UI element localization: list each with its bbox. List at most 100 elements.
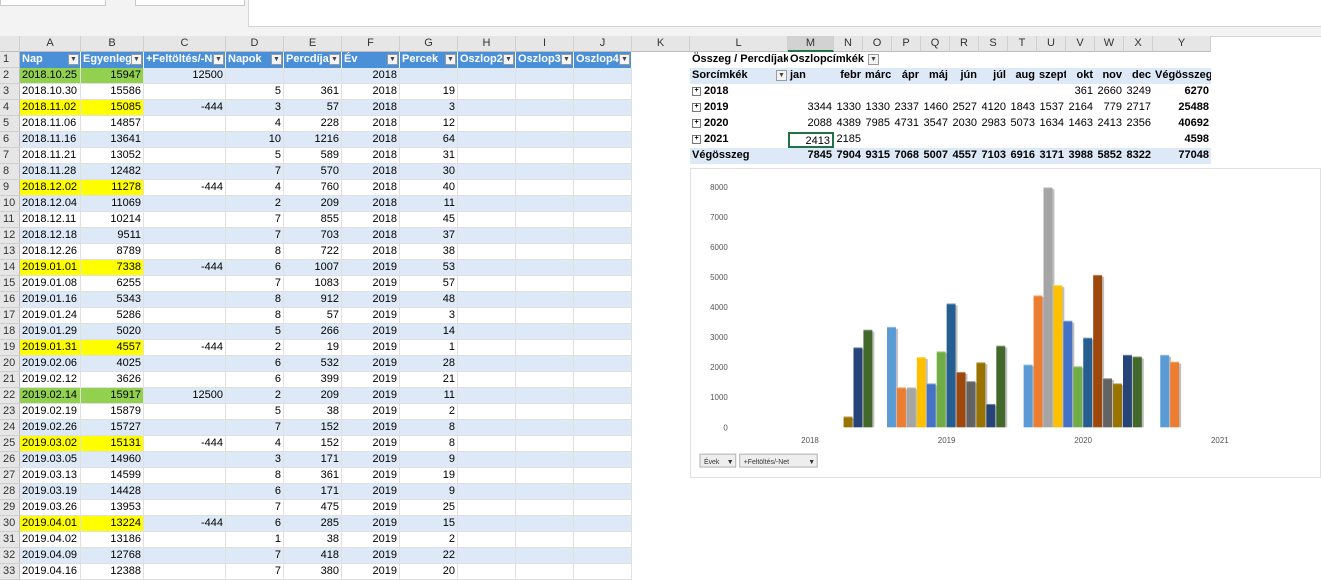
filter-dropdown-icon[interactable]: ▼ <box>619 54 630 65</box>
table-cell[interactable]: 1 <box>226 532 284 548</box>
table-cell[interactable]: 6 <box>226 372 284 388</box>
row-header[interactable]: 30 <box>0 516 20 532</box>
table-cell[interactable]: 2019 <box>342 372 400 388</box>
table-cell[interactable]: 5 <box>226 324 284 340</box>
pivot-grand-total-cell[interactable]: 8322 <box>1124 148 1153 164</box>
table-cell[interactable] <box>574 388 632 404</box>
row-header[interactable]: 6 <box>0 132 20 148</box>
table-cell[interactable]: 7 <box>226 228 284 244</box>
column-header-k[interactable]: K <box>632 36 690 52</box>
table-cell[interactable]: 14 <box>400 324 458 340</box>
pivot-value-cell[interactable] <box>1008 132 1037 148</box>
table-cell[interactable]: -444 <box>144 100 226 116</box>
table-cell[interactable] <box>516 500 574 516</box>
table-cell[interactable]: -444 <box>144 436 226 452</box>
table-cell[interactable]: 2019.03.05 <box>20 452 81 468</box>
table-cell[interactable]: 532 <box>284 356 342 372</box>
chart-bar[interactable] <box>853 347 863 428</box>
table-cell[interactable] <box>458 292 516 308</box>
pivot-month-header[interactable]: jún <box>950 68 979 84</box>
pivot-value-cell[interactable]: 1460 <box>921 100 950 116</box>
table-cell[interactable]: 4 <box>226 436 284 452</box>
table-cell[interactable] <box>144 452 226 468</box>
column-header-b[interactable]: B <box>81 36 144 52</box>
table-cell[interactable]: 2019 <box>342 308 400 324</box>
formula-bar[interactable] <box>248 0 1321 27</box>
table-cell[interactable]: 13953 <box>81 500 144 516</box>
column-header-l[interactable]: L <box>690 36 788 52</box>
table-cell[interactable]: 266 <box>284 324 342 340</box>
table-cell[interactable] <box>458 180 516 196</box>
table-cell[interactable] <box>574 276 632 292</box>
table-cell[interactable] <box>144 324 226 340</box>
chart-bar[interactable] <box>1160 354 1170 428</box>
table-cell[interactable]: 912 <box>284 292 342 308</box>
table-cell[interactable]: 1083 <box>284 276 342 292</box>
row-header[interactable]: 28 <box>0 484 20 500</box>
table-cell[interactable]: 2018 <box>342 244 400 260</box>
pivot-value-cell[interactable] <box>979 132 1008 148</box>
table-cell[interactable]: 3626 <box>81 372 144 388</box>
table-cell[interactable]: 209 <box>284 388 342 404</box>
table-cell[interactable]: 2019 <box>342 276 400 292</box>
table-cell[interactable]: 9 <box>400 484 458 500</box>
table-cell[interactable] <box>516 468 574 484</box>
pivot-grand-total-cell[interactable]: 4557 <box>950 148 979 164</box>
chart-bar[interactable] <box>916 357 926 428</box>
table-cell[interactable]: 13186 <box>81 532 144 548</box>
pivot-value-cell[interactable]: 779 <box>1095 100 1124 116</box>
table-cell[interactable] <box>516 436 574 452</box>
table-cell[interactable]: 2019 <box>342 356 400 372</box>
table-cell[interactable]: 2019 <box>342 404 400 420</box>
table-cell[interactable] <box>458 148 516 164</box>
chart-bar[interactable] <box>976 362 986 428</box>
table-cell[interactable]: 13641 <box>81 132 144 148</box>
table-cell[interactable] <box>144 308 226 324</box>
chart-bar[interactable] <box>1073 366 1083 428</box>
table-cell[interactable]: 7 <box>226 164 284 180</box>
table-cell[interactable]: 2018.11.21 <box>20 148 81 164</box>
table-cell[interactable] <box>516 324 574 340</box>
table-cell[interactable] <box>458 388 516 404</box>
table-cell[interactable] <box>574 516 632 532</box>
table-cell[interactable] <box>144 532 226 548</box>
table-cell[interactable] <box>574 468 632 484</box>
row-header[interactable]: 9 <box>0 180 20 196</box>
table-cell[interactable] <box>574 260 632 276</box>
table-cell[interactable]: 2018 <box>342 196 400 212</box>
table-cell[interactable]: -444 <box>144 340 226 356</box>
table-cell[interactable] <box>458 420 516 436</box>
table-cell[interactable]: 2 <box>226 340 284 356</box>
filter-dropdown-icon[interactable]: ▼ <box>503 54 514 65</box>
table-cell[interactable] <box>516 564 574 580</box>
table-cell[interactable]: 5020 <box>81 324 144 340</box>
table-cell[interactable] <box>574 68 632 84</box>
table-cell[interactable] <box>516 116 574 132</box>
table-cell[interactable]: 57 <box>400 276 458 292</box>
pivot-value-cell[interactable] <box>892 132 921 148</box>
table-cell[interactable]: 2019 <box>342 484 400 500</box>
table-cell[interactable]: 5286 <box>81 308 144 324</box>
pivot-grand-total-cell[interactable]: 5852 <box>1095 148 1124 164</box>
table-cell[interactable]: 2018.11.28 <box>20 164 81 180</box>
chart-bar[interactable] <box>986 403 996 428</box>
table-cell[interactable]: 13224 <box>81 516 144 532</box>
table-header-8[interactable]: Oszlop2 ▼ <box>458 52 516 68</box>
pivot-value-cell[interactable] <box>788 84 834 100</box>
table-cell[interactable]: 12388 <box>81 564 144 580</box>
pivot-value-cell[interactable]: 40692 <box>1153 116 1211 132</box>
column-header-u[interactable]: U <box>1037 36 1066 52</box>
row-header[interactable]: 11 <box>0 212 20 228</box>
chart-bar[interactable] <box>1103 378 1113 428</box>
pivot-month-header[interactable]: okt <box>1066 68 1095 84</box>
table-cell[interactable]: 6 <box>226 516 284 532</box>
pivot-value-cell[interactable]: 2185 <box>834 132 863 148</box>
pivot-value-cell[interactable]: 1463 <box>1066 116 1095 132</box>
row-header[interactable]: 2 <box>0 68 20 84</box>
table-cell[interactable]: 2019.01.31 <box>20 340 81 356</box>
table-cell[interactable]: 12500 <box>144 388 226 404</box>
column-header-x[interactable]: X <box>1124 36 1153 52</box>
table-cell[interactable]: 2019 <box>342 516 400 532</box>
table-cell[interactable]: 2019.03.19 <box>20 484 81 500</box>
filter-dropdown-icon[interactable]: ▼ <box>445 54 456 65</box>
